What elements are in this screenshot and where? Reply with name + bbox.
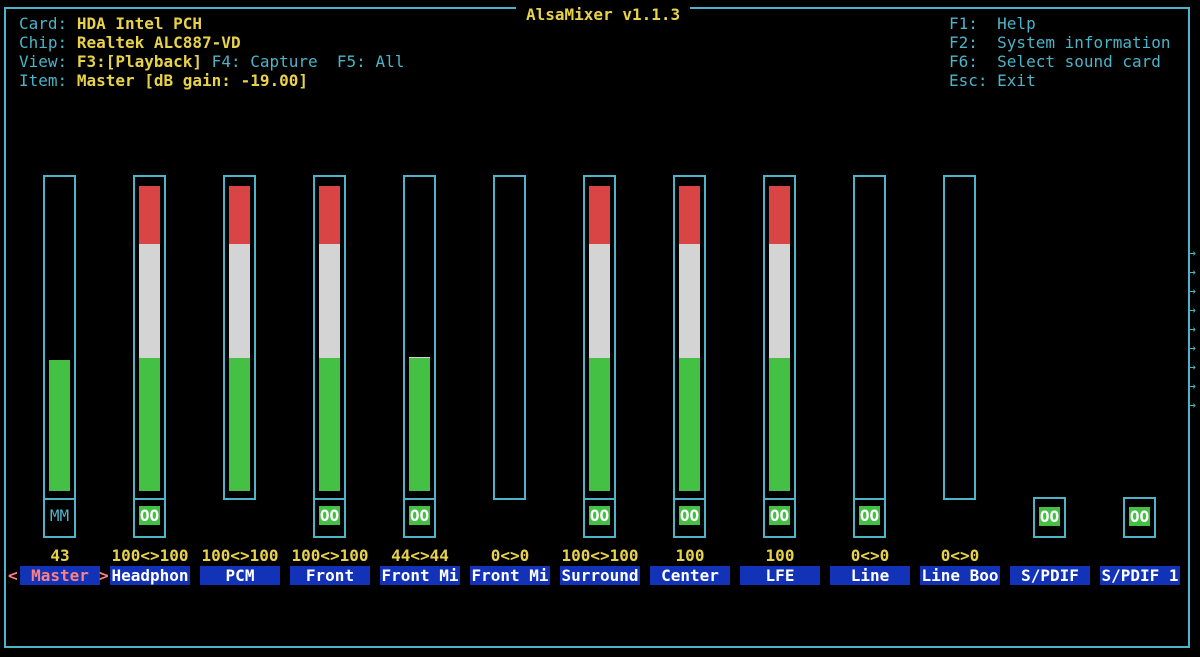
volume-bar[interactable]: [943, 175, 976, 500]
level-fill-white: [589, 244, 610, 358]
channel-name[interactable]: S/PDIF: [1010, 566, 1090, 585]
scroll-right-arrow[interactable]: →: [1188, 301, 1200, 320]
channel-value: 0<>0: [940, 546, 980, 565]
window-title: AlsaMixer v1.1.3: [516, 6, 691, 24]
channel-name[interactable]: Line: [830, 566, 910, 585]
volume-bar[interactable]: [673, 175, 706, 500]
channel-name[interactable]: Line Boo: [920, 566, 1000, 585]
item-label: Item:: [19, 71, 68, 90]
scroll-right-arrow[interactable]: →: [1188, 282, 1200, 301]
volume-bar[interactable]: [133, 175, 166, 500]
volume-bar[interactable]: [763, 175, 796, 500]
scroll-right-arrow[interactable]: →: [1188, 339, 1200, 358]
selection-right-marker: >: [99, 566, 109, 585]
view-label: View:: [19, 52, 68, 71]
channel-name[interactable]: Headphon: [110, 566, 190, 585]
level-fill-red: [139, 186, 160, 244]
switch-state: OO: [858, 506, 881, 525]
channel-name[interactable]: Surround: [560, 566, 640, 585]
volume-bar[interactable]: [493, 175, 526, 500]
chip-line: Chip: Realtek ALC887-VD: [19, 33, 241, 52]
switch-state: OO: [588, 506, 611, 525]
view-playback[interactable]: F3:[Playback]: [77, 52, 202, 71]
volume-bar[interactable]: [223, 175, 256, 500]
scroll-right-arrow[interactable]: →: [1188, 320, 1200, 339]
key-system-info[interactable]: F2: System information: [949, 33, 1171, 52]
channel-name[interactable]: Master: [20, 566, 100, 585]
level-fill-white: [769, 244, 790, 358]
level-fill-green: [769, 358, 790, 491]
chip-label: Chip:: [19, 33, 68, 52]
level-fill-white: [139, 244, 160, 358]
view-line: View: F3:[Playback] F4: Capture F5: All: [19, 52, 404, 71]
mute-switch[interactable]: OO: [313, 498, 346, 538]
mute-switch[interactable]: MM: [43, 498, 76, 538]
card-line: Card: HDA Intel PCH: [19, 14, 202, 33]
scroll-right-arrow[interactable]: →: [1188, 377, 1200, 396]
switch-state: OO: [138, 506, 161, 525]
mute-switch[interactable]: OO: [1123, 497, 1156, 538]
level-fill-white: [679, 244, 700, 358]
volume-bar[interactable]: [313, 175, 346, 500]
key-help[interactable]: F1: Help: [949, 14, 1036, 33]
channel-name[interactable]: Front Mi: [380, 566, 460, 585]
mute-switch[interactable]: OO: [583, 498, 616, 538]
volume-bar[interactable]: [403, 175, 436, 500]
scroll-right-arrow[interactable]: →: [1188, 358, 1200, 377]
level-fill-white: [319, 244, 340, 358]
switch-state: OO: [768, 506, 791, 525]
channel-name[interactable]: S/PDIF 1: [1100, 566, 1180, 585]
switch-state: OO: [678, 506, 701, 525]
channel-name[interactable]: Front: [290, 566, 370, 585]
view-capture[interactable]: F4: Capture: [202, 52, 318, 71]
switch-state: OO: [318, 506, 341, 525]
channel-name[interactable]: LFE: [740, 566, 820, 585]
scroll-right-arrow[interactable]: →: [1188, 263, 1200, 282]
level-fill-red: [679, 186, 700, 244]
volume-bar[interactable]: [853, 175, 886, 500]
level-fill-white: [229, 244, 250, 358]
scroll-right-arrow[interactable]: →: [1188, 396, 1200, 415]
card-value: HDA Intel PCH: [76, 14, 203, 33]
mute-switch[interactable]: OO: [763, 498, 796, 538]
channel-name[interactable]: Center: [650, 566, 730, 585]
level-fill-green: [409, 358, 430, 491]
key-exit[interactable]: Esc: Exit: [949, 71, 1036, 90]
key-select-card[interactable]: F6: Select sound card: [949, 52, 1161, 71]
level-fill-red: [319, 186, 340, 244]
channel-name[interactable]: Front Mi: [470, 566, 550, 585]
switch-state: OO: [1038, 507, 1061, 526]
level-fill-green: [229, 358, 250, 491]
scroll-left-arrow[interactable]: <: [8, 566, 18, 585]
level-fill-green: [139, 358, 160, 491]
card-label: Card:: [19, 14, 68, 33]
mute-switch[interactable]: OO: [673, 498, 706, 538]
item-line: Item: Master [dB gain: -19.00]: [19, 71, 308, 90]
chip-value: Realtek ALC887-VD: [76, 33, 241, 52]
level-fill-red: [589, 186, 610, 244]
level-fill-green: [679, 358, 700, 491]
view-all[interactable]: F5: All: [318, 52, 404, 71]
level-fill-red: [769, 186, 790, 244]
volume-bar[interactable]: [43, 175, 76, 500]
mute-switch[interactable]: OO: [403, 498, 436, 538]
switch-state: OO: [408, 506, 431, 525]
mute-switch[interactable]: OO: [133, 498, 166, 538]
switch-state: MM: [49, 506, 70, 525]
item-value: Master [dB gain: -19.00]: [76, 71, 308, 90]
scroll-right-arrow[interactable]: →: [1188, 244, 1200, 263]
channel-name[interactable]: PCM: [200, 566, 280, 585]
level-fill-green: [49, 360, 70, 491]
switch-state: OO: [1128, 507, 1151, 526]
level-fill-green: [319, 358, 340, 491]
volume-bar[interactable]: [583, 175, 616, 500]
level-fill-white: [409, 357, 430, 358]
level-fill-green: [589, 358, 610, 491]
mute-switch[interactable]: OO: [853, 498, 886, 538]
mute-switch[interactable]: OO: [1033, 497, 1066, 538]
level-fill-red: [229, 186, 250, 244]
